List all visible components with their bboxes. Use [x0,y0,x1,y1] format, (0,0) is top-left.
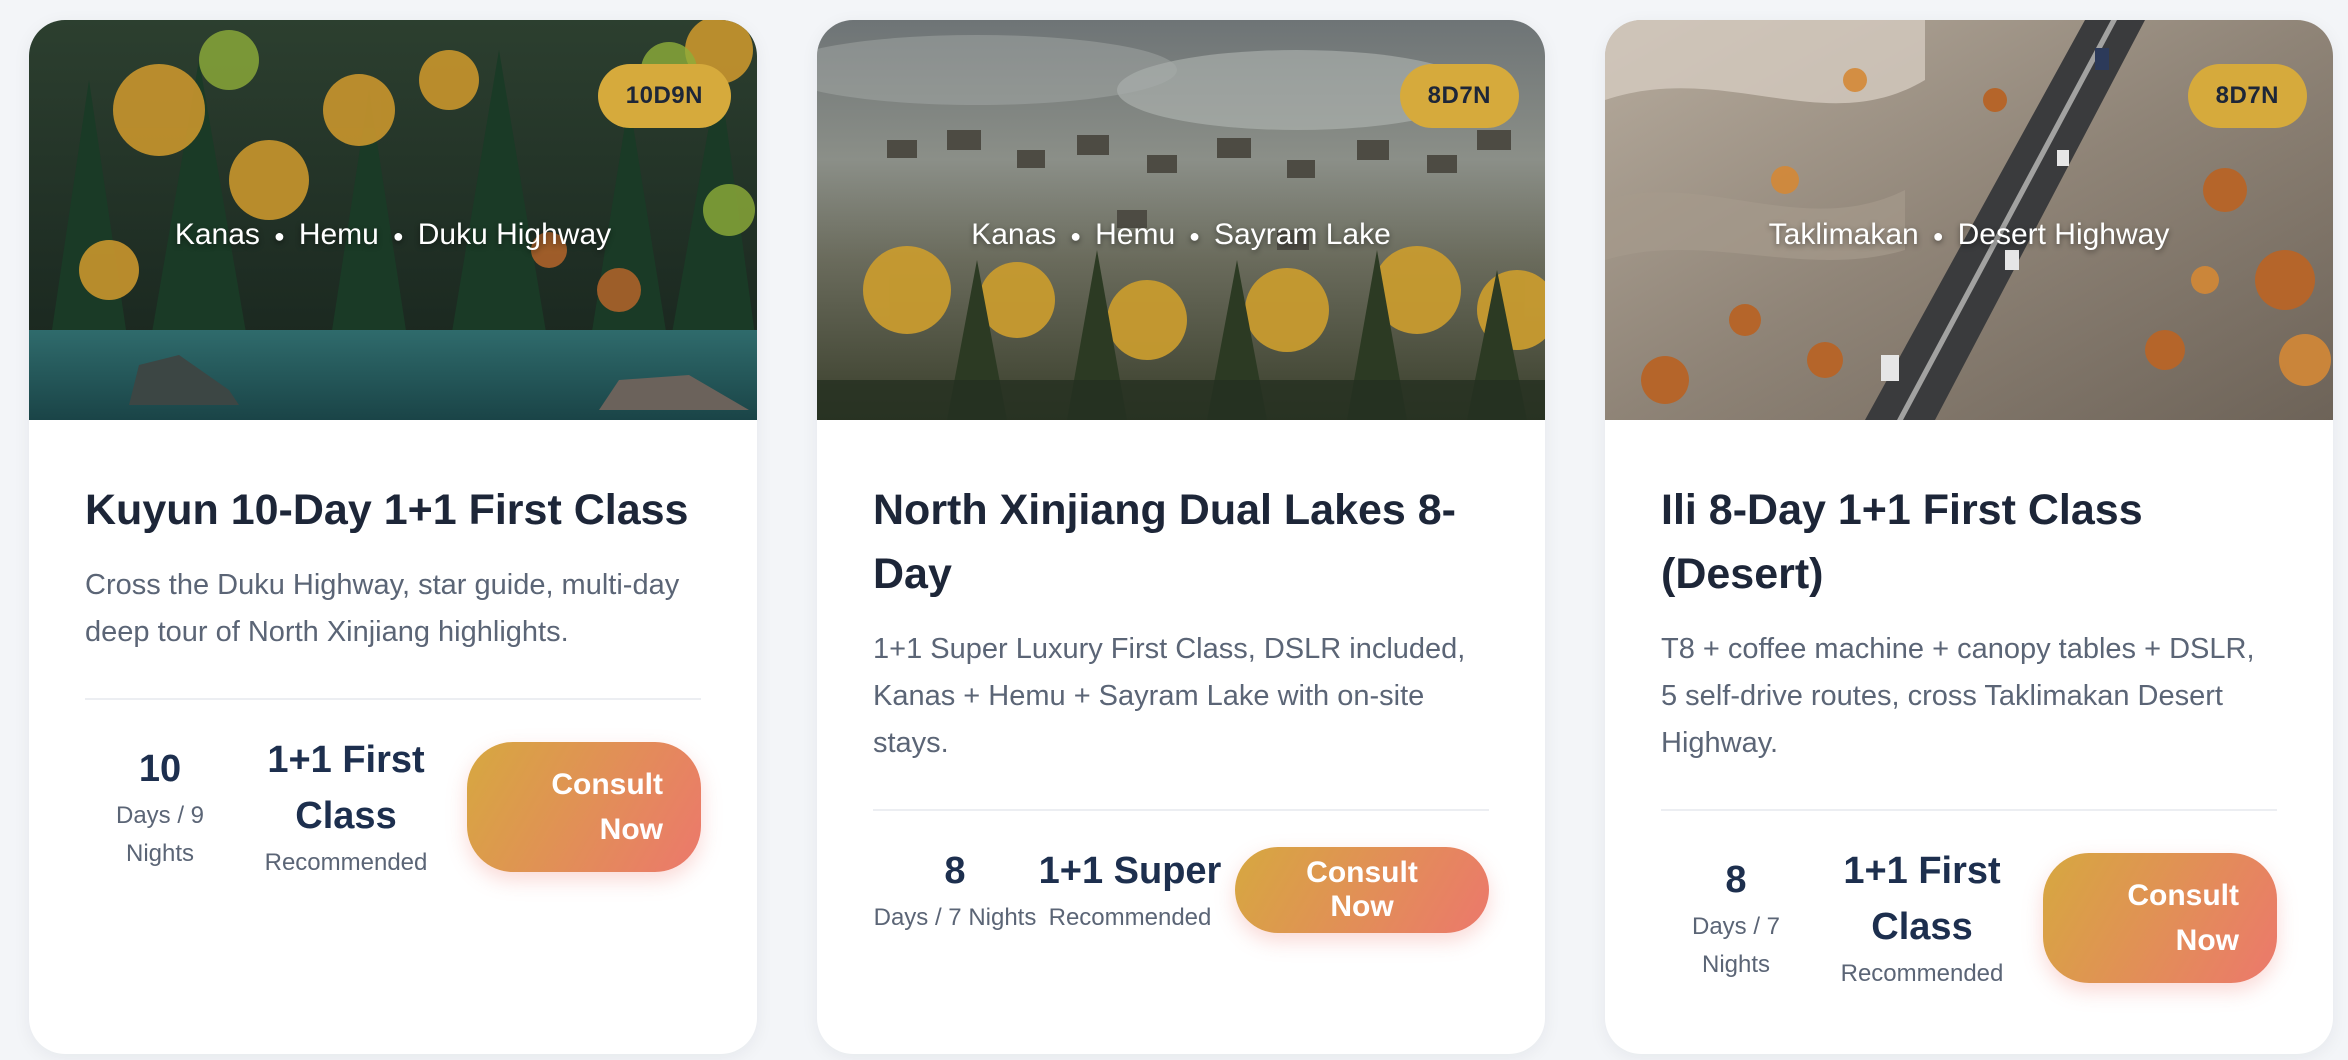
tour-card-body: North Xinjiang Dual Lakes 8-Day 1+1 Supe… [817,420,1545,937]
tour-card-image: 10D9N Kanas ● Hemu ● Duku Highway [29,20,757,420]
duration-badge: 8D7N [1399,64,1519,128]
tour-title: Ili 8-Day 1+1 First Class (Desert) [1661,486,2143,598]
divider [1661,809,2277,811]
tour-title: Kuyun 10-Day 1+1 First Class [85,486,689,534]
tour-stats: 8 Days / 7 Nights 1+1 Super Recommended … [873,843,1489,937]
class-value: 1+1 First Class [267,739,425,837]
class-stat: 1+1 First Class Recommended [251,732,441,882]
route-line: Taklimakan ● Desert Highway [1605,218,2333,252]
tour-card[interactable]: 10D9N Kanas ● Hemu ● Duku Highway Kuyun 10-D… [29,20,757,1054]
consult-now-button[interactable]: Consult Now [467,742,701,872]
class-stat: 1+1 First Class Recommended [1827,843,2017,993]
tour-card-body: Kuyun 10-Day 1+1 First Class Cross the D… [29,420,757,882]
duration-label: Days / 7 Nights [1691,913,1781,978]
class-label: Recommended [1048,904,1212,931]
route-separator: ● [392,225,404,246]
divider [85,698,701,700]
duration-value: 8 [1725,859,1747,901]
tour-description: T8 + coffee machine + canopy tables + DS… [1661,633,2255,759]
duration-label: Days / 7 Nights [873,904,1037,931]
route-stop: Kanas [971,218,1057,251]
route-stop: Taklimakan [1768,218,1919,251]
class-value: 1+1 Super [1038,850,1222,892]
route-stop: Hemu [1095,218,1176,251]
route-line: Kanas ● Hemu ● Duku Highway [29,218,757,252]
duration-label: Days / 9 Nights [115,802,205,867]
duration-badge: 10D9N [597,64,731,128]
route-separator: ● [1189,225,1201,246]
class-value: 1+1 First Class [1843,850,2001,948]
tour-description: Cross the Duku Highway, star guide, mult… [85,569,680,648]
tour-card-body: Ili 8-Day 1+1 First Class (Desert) T8 + … [1605,420,2333,993]
route-separator: ● [1070,225,1082,246]
tour-card[interactable]: 8D7N Taklimakan ● Desert Highway Ili 8-Day… [1605,20,2333,1054]
tour-title: North Xinjiang Dual Lakes 8-Day [873,486,1456,598]
tour-stats: 8 Days / 7 Nights 1+1 First Class Recomm… [1661,843,2277,993]
route-stop: Kanas [174,218,260,251]
duration-stat: 10 Days / 9 Nights [85,741,235,873]
route-stop: Hemu [298,218,379,251]
consult-now-button[interactable]: Consult Now [1235,847,1489,933]
class-label: Recommended [1840,960,2004,987]
duration-stat: 8 Days / 7 Nights [873,843,1037,937]
duration-value: 10 [138,748,182,790]
duration-badge: 8D7N [2187,64,2307,128]
tour-stats: 10 Days / 9 Nights 1+1 First Class Recom… [85,732,701,882]
class-label: Recommended [264,849,428,876]
duration-value: 8 [944,850,966,892]
tour-card-image: 8D7N Kanas ● Hemu ● Sayram Lake [817,20,1545,420]
route-separator: ● [1932,225,1944,246]
route-line: Kanas ● Hemu ● Sayram Lake [817,218,1545,252]
divider [873,809,1489,811]
tour-card[interactable]: 8D7N Kanas ● Hemu ● Sayram Lake North Xinjia… [817,20,1545,1054]
consult-now-button[interactable]: Consult Now [2043,853,2277,983]
route-stop: Duku Highway [417,218,612,251]
tour-description: 1+1 Super Luxury First Class, DSLR inclu… [873,633,1466,759]
route-stop: Desert Highway [1957,218,2170,251]
tour-card-image: 8D7N Taklimakan ● Desert Highway [1605,20,2333,420]
route-stop: Sayram Lake [1214,218,1391,251]
tour-card-grid: 10D9N Kanas ● Hemu ● Duku Highway Kuyun 10-D… [29,20,2333,1054]
class-stat: 1+1 Super Recommended [1037,843,1223,937]
duration-stat: 8 Days / 7 Nights [1661,852,1811,984]
route-separator: ● [273,225,285,246]
